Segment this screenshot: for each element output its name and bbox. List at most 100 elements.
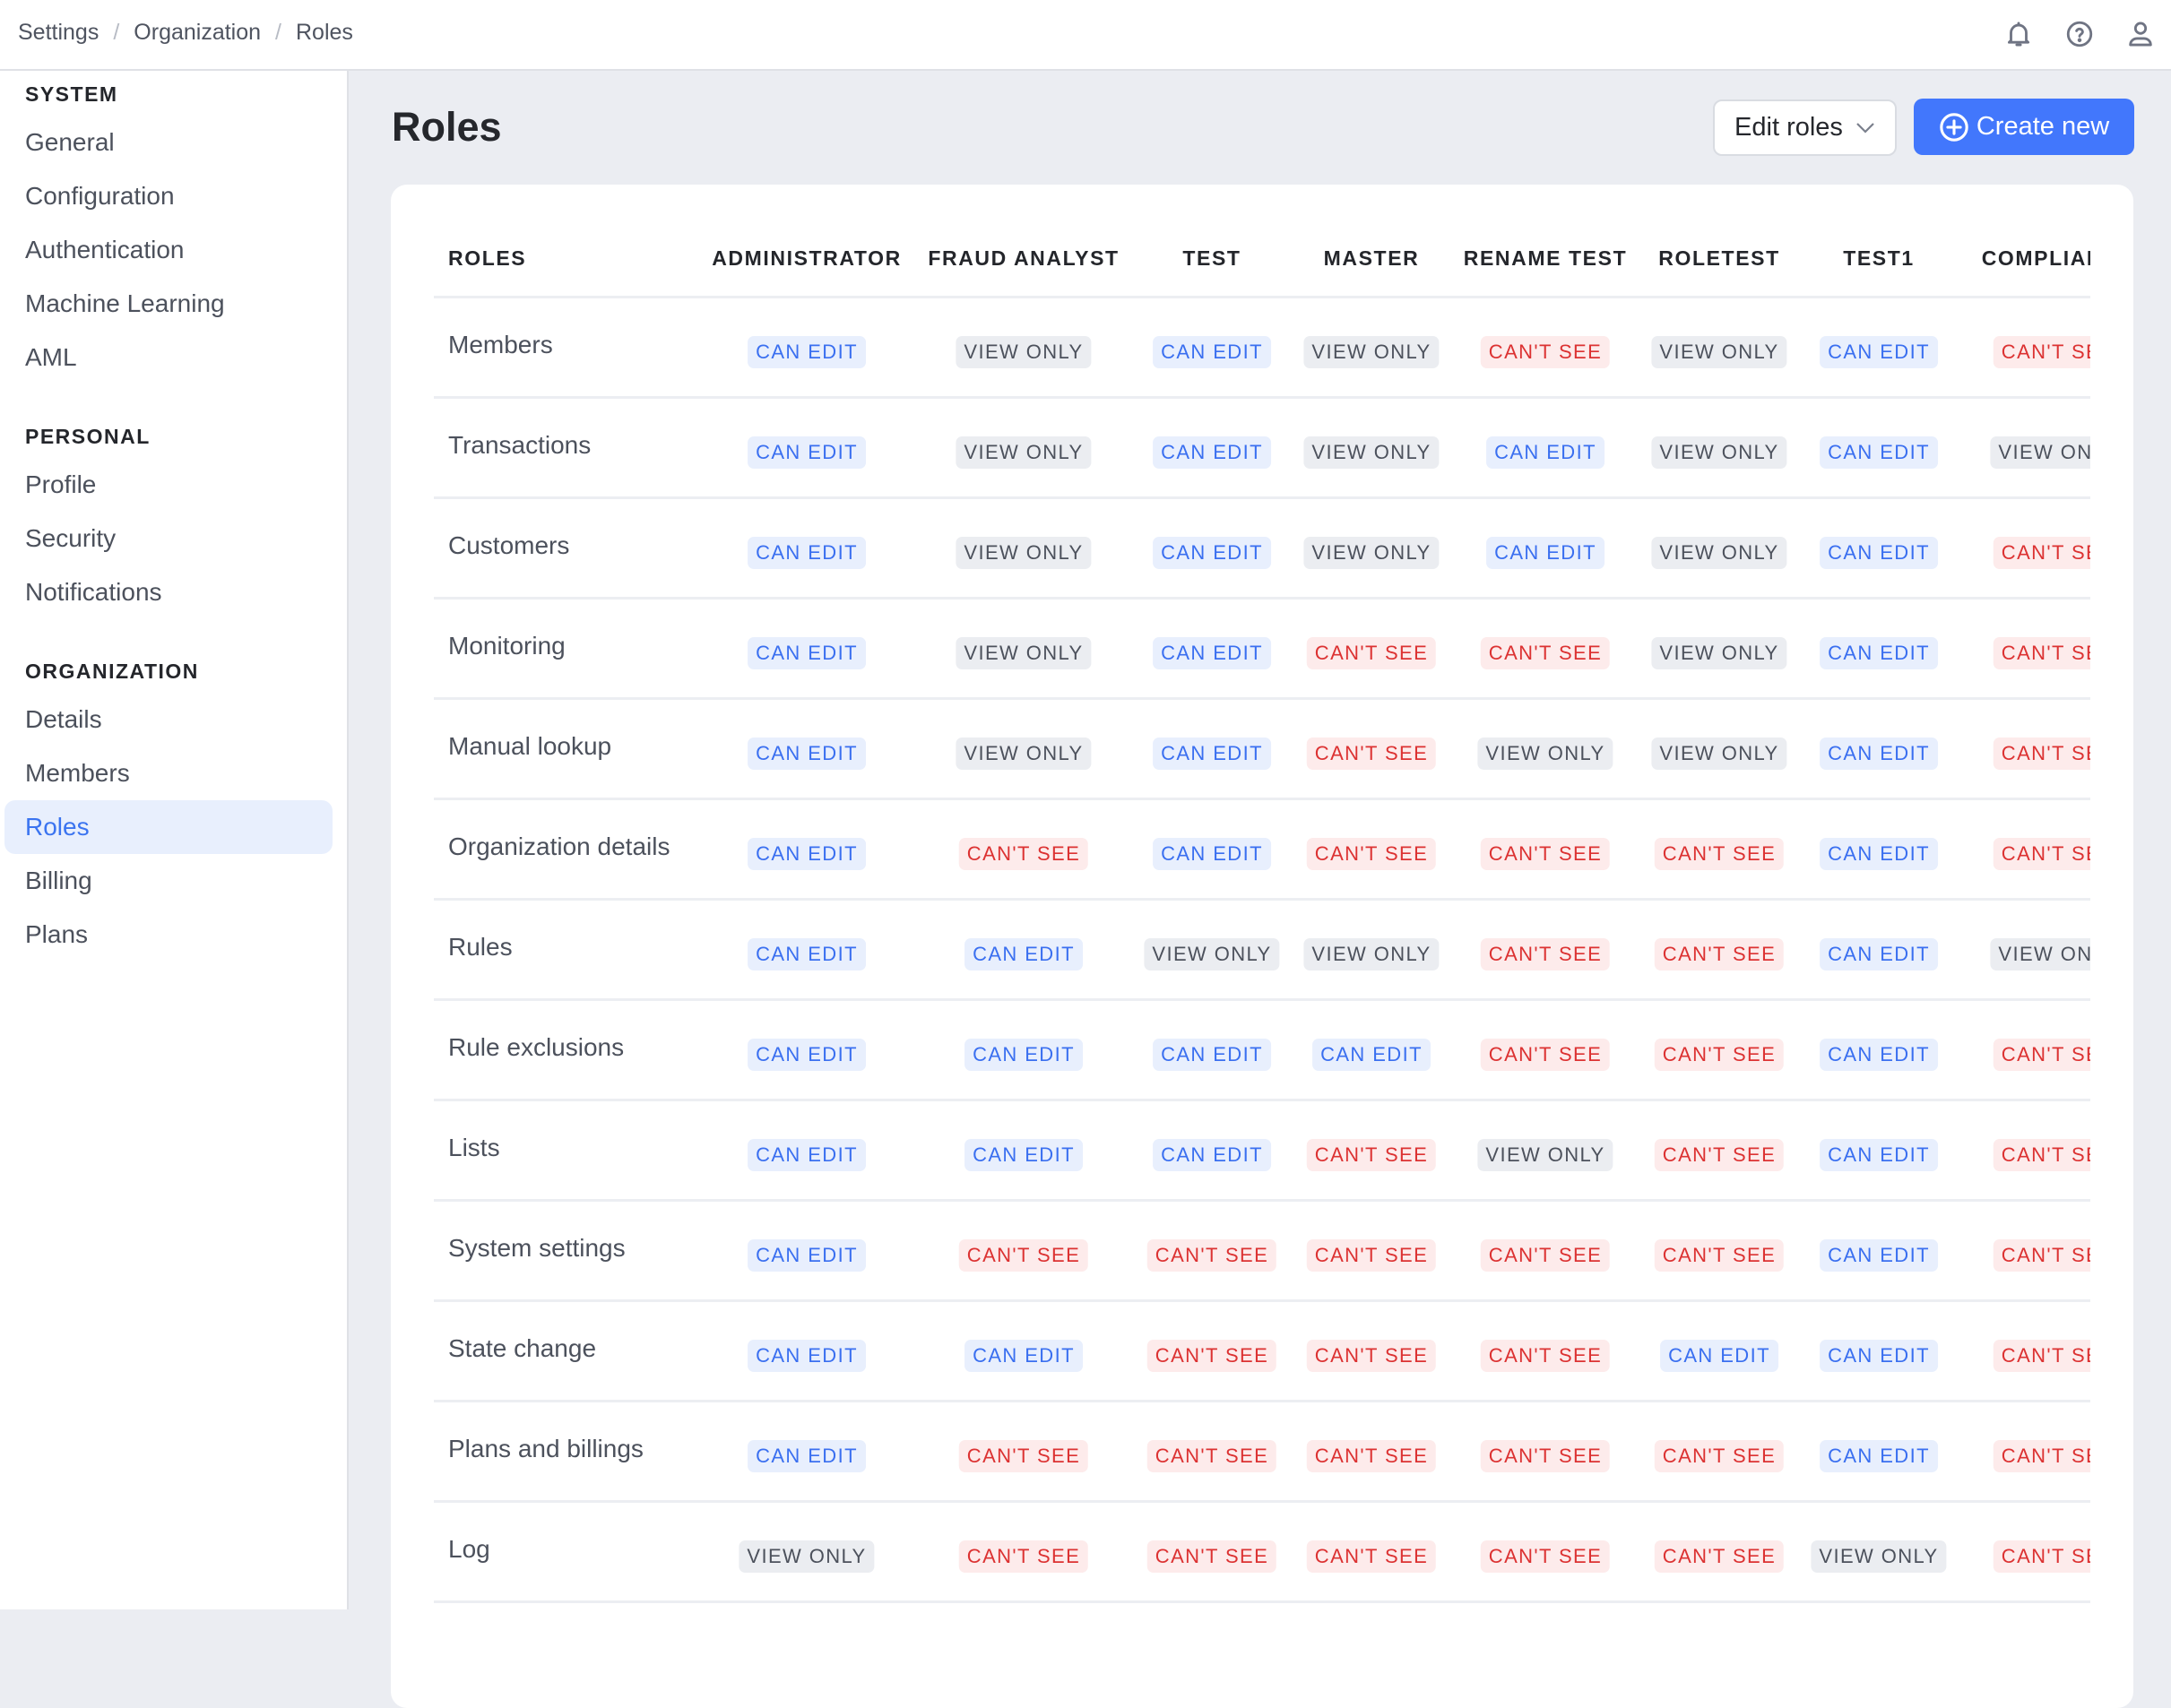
permission-badge-view-only[interactable]: VIEW ONLY [956,738,1091,770]
permission-badge-cant-see[interactable]: CAN'T SEE [1481,637,1610,669]
sidebar-item-general[interactable]: General [4,116,333,169]
permission-badge-view-only[interactable]: VIEW ONLY [1811,1540,1946,1573]
permission-badge-can-edit[interactable]: CAN EDIT [748,436,866,469]
permission-badge-cant-see[interactable]: CAN'T SEE [1655,938,1784,970]
permission-badge-view-only[interactable]: VIEW ONLY [1477,738,1613,770]
permission-badge-view-only[interactable]: VIEW ONLY [1651,336,1786,368]
sidebar-item-roles[interactable]: Roles [4,800,333,854]
permission-badge-can-edit[interactable]: CAN EDIT [1820,938,1938,970]
notifications-button[interactable] [1988,14,2049,54]
permission-badge-can-edit[interactable]: CAN EDIT [748,637,866,669]
permission-badge-view-only[interactable]: VIEW ONLY [1303,336,1439,368]
permission-badge-cant-see[interactable]: CAN'T SEE [1147,1440,1276,1472]
permission-badge-can-edit[interactable]: CAN EDIT [1486,436,1604,469]
permission-badge-cant-see[interactable]: CAN'T SEE [1994,838,2090,870]
permission-badge-view-only[interactable]: VIEW ONLY [1651,738,1786,770]
permission-badge-can-edit[interactable]: CAN EDIT [1820,1340,1938,1372]
sidebar-item-notifications[interactable]: Notifications [4,565,333,619]
permission-badge-can-edit[interactable]: CAN EDIT [1153,336,1271,368]
permission-badge-cant-see[interactable]: CAN'T SEE [1307,738,1436,770]
permission-badge-can-edit[interactable]: CAN EDIT [1820,1440,1938,1472]
permission-badge-can-edit[interactable]: CAN EDIT [748,1139,866,1171]
permission-badge-cant-see[interactable]: CAN'T SEE [1307,1139,1436,1171]
permission-badge-view-only[interactable]: VIEW ONLY [1477,1139,1613,1171]
permission-badge-cant-see[interactable]: CAN'T SEE [1655,838,1784,870]
permission-badge-can-edit[interactable]: CAN EDIT [748,336,866,368]
permission-badge-can-edit[interactable]: CAN EDIT [748,838,866,870]
permission-badge-can-edit[interactable]: CAN EDIT [1153,1139,1271,1171]
permission-badge-cant-see[interactable]: CAN'T SEE [1994,738,2090,770]
permission-badge-can-edit[interactable]: CAN EDIT [1153,637,1271,669]
permission-badge-cant-see[interactable]: CAN'T SEE [959,1239,1088,1272]
permission-badge-cant-see[interactable]: CAN'T SEE [1994,1440,2090,1472]
permission-badge-can-edit[interactable]: CAN EDIT [1153,436,1271,469]
permission-badge-cant-see[interactable]: CAN'T SEE [1481,838,1610,870]
permission-badge-cant-see[interactable]: CAN'T SEE [1307,1340,1436,1372]
sidebar-item-configuration[interactable]: Configuration [4,169,333,223]
permission-badge-view-only[interactable]: VIEW ONLY [1651,637,1786,669]
permission-badge-can-edit[interactable]: CAN EDIT [748,1039,866,1071]
permission-badge-can-edit[interactable]: CAN EDIT [1312,1039,1431,1071]
permission-badge-can-edit[interactable]: CAN EDIT [964,1039,1083,1071]
permission-badge-cant-see[interactable]: CAN'T SEE [1655,1239,1784,1272]
permission-badge-cant-see[interactable]: CAN'T SEE [1655,1139,1784,1171]
permission-badge-can-edit[interactable]: CAN EDIT [748,938,866,970]
permission-badge-cant-see[interactable]: CAN'T SEE [1994,1039,2090,1071]
sidebar-item-profile[interactable]: Profile [4,458,333,512]
permission-badge-cant-see[interactable]: CAN'T SEE [1655,1440,1784,1472]
permission-badge-view-only[interactable]: VIEW ONLY [739,1540,874,1573]
permission-badge-cant-see[interactable]: CAN'T SEE [1307,637,1436,669]
permission-badge-view-only[interactable]: VIEW ONLY [1303,938,1439,970]
permission-badge-cant-see[interactable]: CAN'T SEE [1481,1540,1610,1573]
permission-badge-cant-see[interactable]: CAN'T SEE [1147,1340,1276,1372]
breadcrumb-settings[interactable]: Settings [18,20,99,46]
profile-button[interactable] [2110,14,2171,54]
permission-badge-can-edit[interactable]: CAN EDIT [1820,838,1938,870]
permission-badge-cant-see[interactable]: CAN'T SEE [1481,1440,1610,1472]
permission-badge-can-edit[interactable]: CAN EDIT [1820,537,1938,569]
edit-roles-dropdown[interactable]: Edit roles [1713,99,1897,156]
permission-badge-can-edit[interactable]: CAN EDIT [1820,1139,1938,1171]
permission-badge-can-edit[interactable]: CAN EDIT [748,537,866,569]
sidebar-item-plans[interactable]: Plans [4,908,333,962]
permission-badge-can-edit[interactable]: CAN EDIT [1820,637,1938,669]
permission-badge-cant-see[interactable]: CAN'T SEE [1994,637,2090,669]
permission-badge-can-edit[interactable]: CAN EDIT [748,1239,866,1272]
permission-badge-can-edit[interactable]: CAN EDIT [1820,336,1938,368]
permission-badge-view-only[interactable]: VIEW ONLY [1651,537,1786,569]
help-button[interactable] [2049,14,2110,54]
permission-badge-cant-see[interactable]: CAN'T SEE [1147,1239,1276,1272]
sidebar-item-members[interactable]: Members [4,746,333,800]
permission-badge-view-only[interactable]: VIEW ONLY [956,436,1091,469]
permission-badge-cant-see[interactable]: CAN'T SEE [1481,1039,1610,1071]
permission-badge-can-edit[interactable]: CAN EDIT [964,1139,1083,1171]
permission-badge-cant-see[interactable]: CAN'T SEE [1994,1340,2090,1372]
breadcrumb-organization[interactable]: Organization [134,20,261,46]
permission-badge-view-only[interactable]: VIEW ONLY [1303,537,1439,569]
permission-badge-can-edit[interactable]: CAN EDIT [1486,537,1604,569]
permission-badge-can-edit[interactable]: CAN EDIT [748,738,866,770]
permission-badge-cant-see[interactable]: CAN'T SEE [1307,1440,1436,1472]
sidebar-item-machine-learning[interactable]: Machine Learning [4,277,333,331]
permission-badge-can-edit[interactable]: CAN EDIT [1820,738,1938,770]
permission-badge-view-only[interactable]: VIEW ONLY [1144,938,1279,970]
create-new-button[interactable]: Create new [1914,99,2134,155]
permission-badge-cant-see[interactable]: CAN'T SEE [959,1540,1088,1573]
permission-badge-view-only[interactable]: VIEW ONLY [1990,436,2090,469]
permission-badge-cant-see[interactable]: CAN'T SEE [1994,537,2090,569]
permission-badge-view-only[interactable]: VIEW ONLY [956,537,1091,569]
permission-badge-can-edit[interactable]: CAN EDIT [1153,738,1271,770]
permission-badge-cant-see[interactable]: CAN'T SEE [1307,838,1436,870]
permission-badge-cant-see[interactable]: CAN'T SEE [1481,1239,1610,1272]
permission-badge-cant-see[interactable]: CAN'T SEE [1655,1039,1784,1071]
permission-badge-cant-see[interactable]: CAN'T SEE [959,838,1088,870]
sidebar-item-details[interactable]: Details [4,693,333,746]
permission-badge-cant-see[interactable]: CAN'T SEE [1307,1239,1436,1272]
sidebar-item-security[interactable]: Security [4,512,333,565]
permission-badge-view-only[interactable]: VIEW ONLY [1303,436,1439,469]
permission-badge-can-edit[interactable]: CAN EDIT [1820,436,1938,469]
permission-badge-cant-see[interactable]: CAN'T SEE [1994,1540,2090,1573]
permission-badge-cant-see[interactable]: CAN'T SEE [1994,1239,2090,1272]
permission-badge-view-only[interactable]: VIEW ONLY [956,637,1091,669]
sidebar-item-billing[interactable]: Billing [4,854,333,908]
